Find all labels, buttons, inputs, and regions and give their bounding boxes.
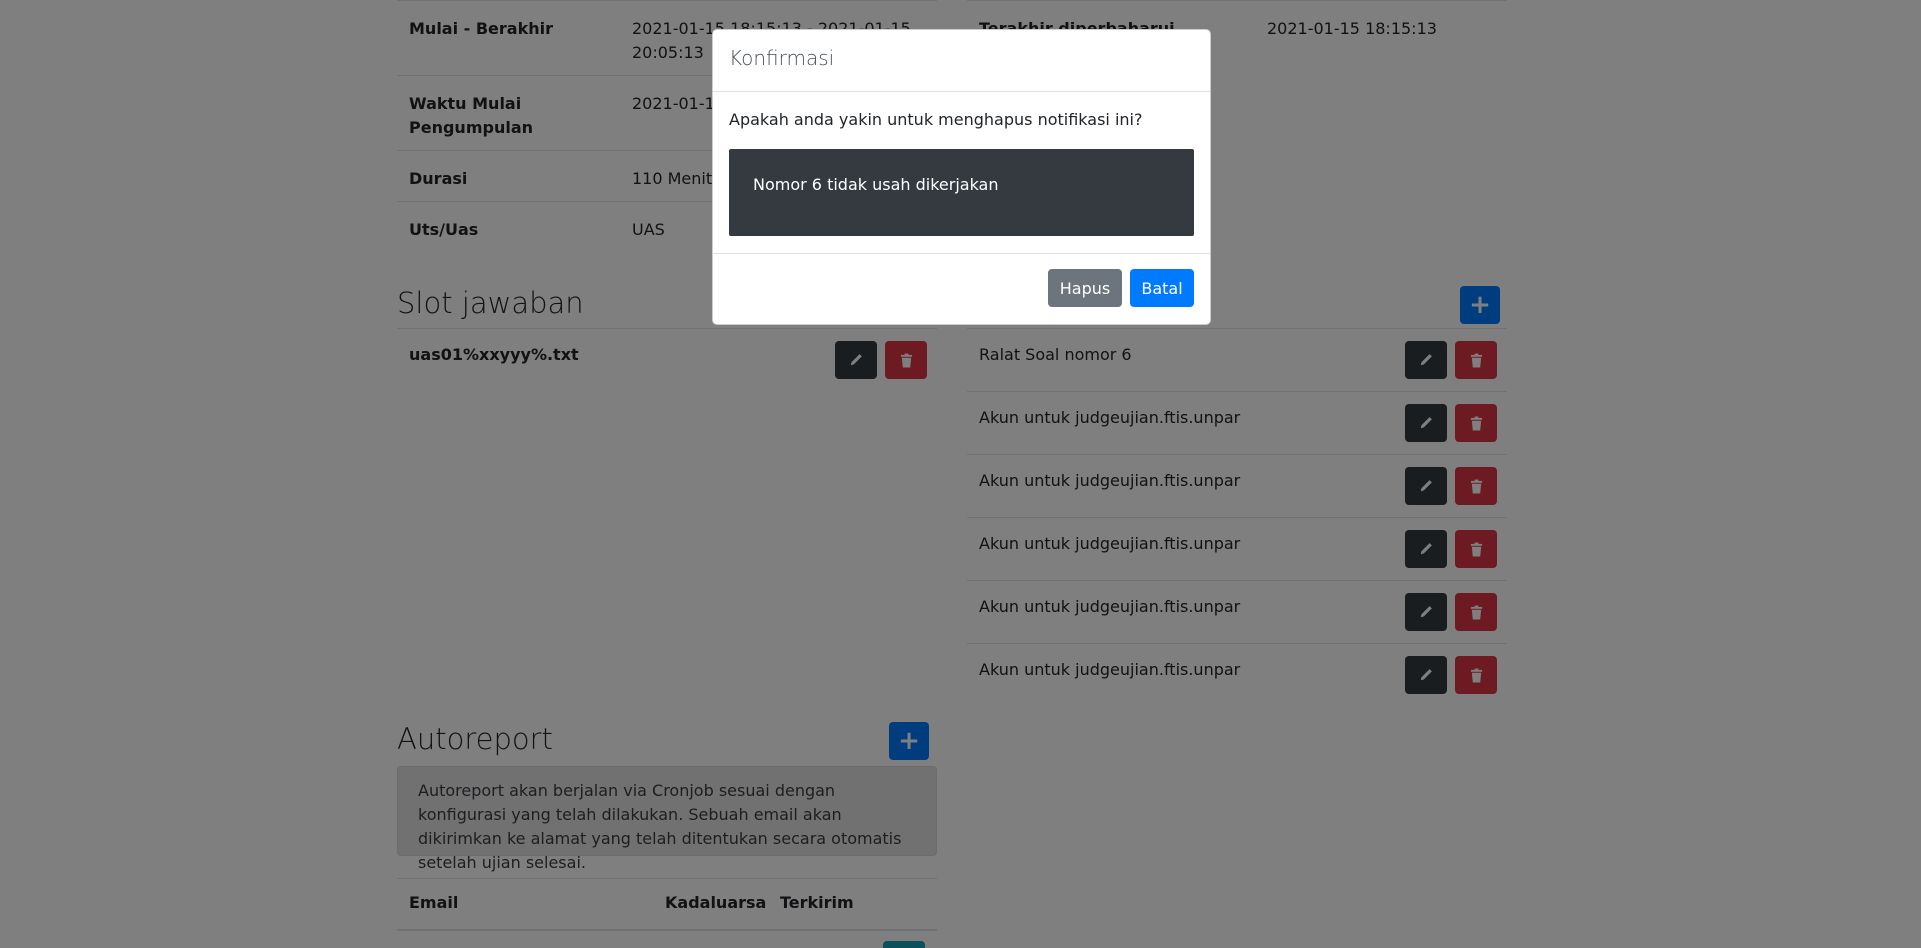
confirm-modal: Konfirmasi Apakah anda yakin untuk mengh…	[712, 29, 1211, 325]
hapus-button[interactable]: Hapus	[1048, 269, 1122, 307]
page: Mulai - Berakhir 2021-01-15 18:15:13 - 2…	[0, 0, 1921, 948]
modal-header: Konfirmasi	[713, 30, 1210, 92]
modal-footer-divider	[713, 253, 1210, 254]
notifikasi-preview: Nomor 6 tidak usah dikerjakan	[729, 149, 1194, 236]
modal-message: Apakah anda yakin untuk menghapus notifi…	[729, 110, 1143, 129]
modal-title: Konfirmasi	[729, 46, 835, 70]
notifikasi-preview-text: Nomor 6 tidak usah dikerjakan	[753, 175, 999, 194]
batal-button[interactable]: Batal	[1130, 269, 1194, 307]
